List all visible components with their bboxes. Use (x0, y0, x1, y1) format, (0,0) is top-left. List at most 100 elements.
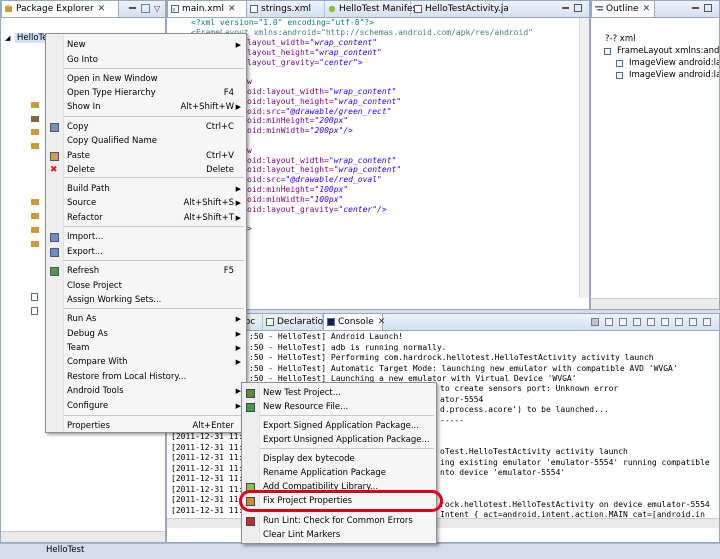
submenu-item-export-unsigned-application-package[interactable]: Export Unsigned Application Package... (242, 433, 436, 447)
submenu-arrow-icon: ▶ (235, 330, 241, 338)
horizontal-scrollbar[interactable] (1, 531, 165, 542)
submenu-item-label: New Test Project... (263, 388, 341, 398)
menu-item-assign-working-sets[interactable]: Assign Working Sets... (46, 293, 246, 307)
menu-item-open-type-hierarchy[interactable]: Open Type Hierarchy F4 (46, 86, 246, 100)
pin-console-icon[interactable] (647, 318, 655, 326)
menu-item-label: Open Type Hierarchy (67, 88, 156, 98)
tab-console[interactable]: Console ✕ (323, 314, 386, 330)
menu-item-android-tools[interactable]: Android Tools ▶ (46, 384, 246, 398)
code-line: > (247, 224, 252, 234)
submenu-item-rename-application-package[interactable]: Rename Application Package (242, 466, 436, 480)
outline-item[interactable]: ImageView android:lay (616, 58, 719, 68)
console-timestamp: [2011-12-31 11:1 (171, 432, 249, 441)
menu-item-restore-from-local-history[interactable]: Restore from Local History... (46, 370, 246, 384)
tab-label: HelloTestActivity.ja (425, 4, 509, 14)
menu-item-close-project[interactable]: Close Project (46, 279, 246, 293)
folder-icon (31, 102, 39, 108)
tab-package-explorer[interactable]: Package Explorer ✕ (1, 1, 119, 17)
menu-item-label: Paste (67, 151, 90, 161)
tab-outline[interactable]: Outline ✕ (591, 1, 655, 17)
close-icon[interactable]: ✕ (643, 4, 651, 14)
expand-arrow-icon[interactable]: ◢ (5, 34, 10, 42)
menu-item-run-as[interactable]: Run As ▶ (46, 312, 246, 326)
outline-item[interactable]: ImageView android:lay (616, 70, 719, 80)
menu-item-copy[interactable]: Copy Ctrl+C (46, 120, 246, 134)
menu-item-source[interactable]: Source Alt+Shift+S ▶ (46, 196, 246, 210)
outline-tabbar: Outline ✕ (591, 1, 719, 18)
submenu-item-run-lint-check-for-common-errors[interactable]: Run Lint: Check for Common Errors (242, 514, 436, 528)
declaration-icon (266, 318, 274, 326)
menu-item-export[interactable]: Export... (46, 245, 246, 259)
submenu-item-new-test-project[interactable]: New Test Project... (242, 386, 436, 400)
menu-item-configure[interactable]: Configure ▶ (46, 399, 246, 413)
submenu-arrow-icon: ▶ (235, 41, 241, 49)
close-icon[interactable]: ✕ (98, 4, 106, 14)
menu-item-label: Android Tools (67, 386, 124, 396)
menu-item-team[interactable]: Team ▶ (46, 341, 246, 355)
outline-item[interactable]: FrameLayout xmlns:andro (604, 46, 719, 56)
menu-item-open-in-new-window[interactable]: Open in New Window (46, 72, 246, 86)
minimize-icon[interactable] (692, 7, 699, 9)
menu-item-refresh[interactable]: Refresh F5 (46, 264, 246, 278)
menu-item-compare-with[interactable]: Compare With ▶ (46, 355, 246, 369)
console-line-fragment: ----- (440, 415, 465, 425)
maximize-icon[interactable] (703, 318, 711, 326)
folder-icon (31, 129, 39, 135)
tab-manifest[interactable]: HelloTest Manifest (325, 1, 421, 17)
clear-console-icon[interactable] (619, 318, 627, 326)
view-menu-icon[interactable]: ▽ (154, 4, 160, 13)
lint-check-icon (246, 517, 255, 526)
close-icon[interactable]: ✕ (228, 4, 236, 14)
svg-text:x: x (172, 7, 176, 14)
context-menu: New ▶ Go Into Open in New Window Open Type H… (45, 33, 247, 433)
outline-item[interactable]: ?-? xml (605, 34, 635, 44)
maximize-icon[interactable] (704, 4, 712, 12)
code-attr: layout_height= (247, 47, 315, 57)
menu-item-copy-qualified-name[interactable]: Copy Qualified Name (46, 134, 246, 148)
console-line: :50 - HelloTest] Android Launch! (249, 332, 404, 341)
code-attr: oid:minWidth= (247, 194, 310, 204)
menu-item-debug-as[interactable]: Debug As ▶ (46, 327, 246, 341)
tab-strings-xml[interactable]: strings.xml (247, 1, 325, 17)
terminate-icon[interactable] (591, 318, 599, 326)
menu-item-delete[interactable]: ✖ Delete Delete (46, 163, 246, 177)
display-console-icon[interactable] (661, 318, 669, 326)
submenu-item-clear-lint-markers[interactable]: Clear Lint Markers (242, 528, 436, 542)
menu-item-build-path[interactable]: Build Path ▶ (46, 182, 246, 196)
close-icon[interactable]: ✕ (378, 317, 386, 327)
maximize-icon[interactable] (574, 4, 582, 12)
tab-activity-java[interactable]: HelloTestActivity.ja (411, 1, 509, 17)
menu-item-import[interactable]: Import... (46, 230, 246, 244)
status-bar: HelloTest (0, 543, 720, 559)
minimize-icon[interactable] (689, 318, 697, 326)
code-value: "@drawable/red_oval" (285, 175, 382, 185)
tab-declaration[interactable]: Declaration (263, 314, 329, 330)
submenu-item-new-resource-file[interactable]: New Resource File... (242, 400, 436, 414)
code-attr: w (247, 145, 252, 155)
vertical-scrollbar[interactable] (579, 18, 589, 298)
submenu-item-export-signed-application-package[interactable]: Export Signed Application Package... (242, 419, 436, 433)
open-console-icon[interactable] (675, 318, 683, 326)
code-value: "wrap_content" (314, 47, 382, 57)
folder-icon (31, 241, 39, 247)
tab-main-xml[interactable]: x main.xml ✕ (167, 1, 247, 17)
menu-item-new[interactable]: New ▶ (46, 38, 246, 52)
menu-separator (64, 260, 244, 261)
minimize-icon[interactable] (562, 7, 569, 9)
file-icon (31, 307, 38, 315)
menu-item-refactor[interactable]: Refactor Alt+Shift+T ▶ (46, 211, 246, 225)
console-line: :50 - HelloTest] Automatic Target Mode: … (249, 363, 678, 373)
minimize-icon[interactable] (129, 7, 136, 9)
menu-item-go-into[interactable]: Go Into (46, 53, 246, 67)
submenu-arrow-icon: ▶ (235, 199, 241, 207)
menu-item-paste[interactable]: Paste Ctrl+V (46, 149, 246, 163)
menu-item-properties[interactable]: Properties Alt+Enter (46, 419, 246, 433)
link-editor-icon[interactable] (141, 4, 150, 13)
submenu-item-display-dex-bytecode[interactable]: Display dex bytecode (242, 452, 436, 466)
horizontal-scrollbar[interactable] (591, 298, 719, 309)
remove-launch-icon[interactable] (605, 318, 613, 326)
menu-item-show-in[interactable]: Show In Alt+Shift+W ▶ (46, 100, 246, 114)
scroll-lock-icon[interactable] (633, 318, 641, 326)
console-line-fragment: to create sensors port: Unknown error (440, 384, 619, 393)
code-line: oid:layout_height="wrap_content" (247, 165, 401, 175)
